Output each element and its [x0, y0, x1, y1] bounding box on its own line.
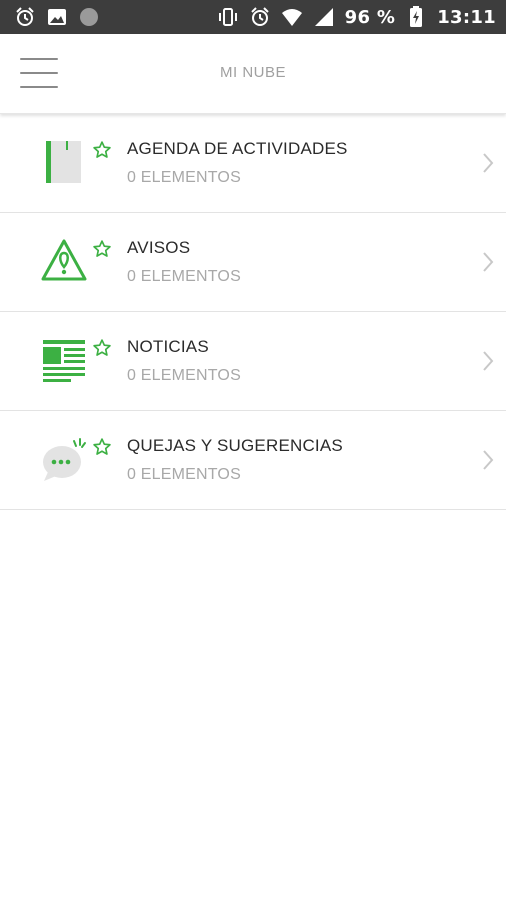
image-icon	[46, 6, 68, 28]
chevron-right-icon	[482, 350, 494, 372]
agenda-book-icon	[40, 138, 88, 186]
chevron-right-icon	[482, 449, 494, 471]
wifi-icon	[281, 6, 303, 28]
list-item-quejas-y-sugerencias[interactable]: QUEJAS Y SUGERENCIAS 0 ELEMENTOS	[0, 411, 506, 510]
alarm-icon	[14, 6, 36, 28]
battery-percentage: 96 %	[344, 6, 396, 28]
list-item-title: QUEJAS Y SUGERENCIAS	[127, 436, 343, 455]
battery-icon	[405, 6, 427, 28]
circle-icon	[78, 6, 100, 28]
list-item-count: 0 ELEMENTOS	[127, 466, 241, 483]
list-item-noticias[interactable]: NOTICIAS 0 ELEMENTOS	[0, 312, 506, 411]
list-item-avisos[interactable]: AVISOS 0 ELEMENTOS	[0, 213, 506, 312]
page-title: MI NUBE	[219, 64, 286, 81]
status-bar-left	[14, 6, 100, 28]
star-icon[interactable]	[92, 338, 112, 358]
list-item-title: AVISOS	[127, 238, 191, 257]
status-bar-right: 96 % 13:11	[217, 6, 496, 28]
category-list: AGENDA DE ACTIVIDADES 0 ELEMENTOS AVISOS…	[0, 114, 506, 510]
chat-bubble-icon	[40, 435, 88, 483]
list-item-title: NOTICIAS	[127, 337, 209, 356]
list-item-count: 0 ELEMENTOS	[127, 169, 241, 186]
vibrate-icon	[217, 6, 239, 28]
list-item-count: 0 ELEMENTOS	[127, 367, 241, 384]
chevron-right-icon	[482, 152, 494, 174]
signal-icon	[313, 6, 335, 28]
app-bar: MI NUBE	[0, 34, 506, 114]
newspaper-icon	[40, 336, 88, 384]
list-item-count: 0 ELEMENTOS	[127, 268, 241, 285]
status-bar: 96 % 13:11	[0, 0, 506, 34]
star-icon[interactable]	[92, 239, 112, 259]
star-icon[interactable]	[92, 437, 112, 457]
list-item-title: AGENDA DE ACTIVIDADES	[127, 139, 348, 158]
list-item-agenda[interactable]: AGENDA DE ACTIVIDADES 0 ELEMENTOS	[0, 114, 506, 213]
warning-triangle-icon	[40, 237, 88, 285]
alarm-icon	[249, 6, 271, 28]
chevron-right-icon	[482, 251, 494, 273]
clock: 13:11	[437, 6, 496, 28]
star-icon[interactable]	[92, 140, 112, 160]
